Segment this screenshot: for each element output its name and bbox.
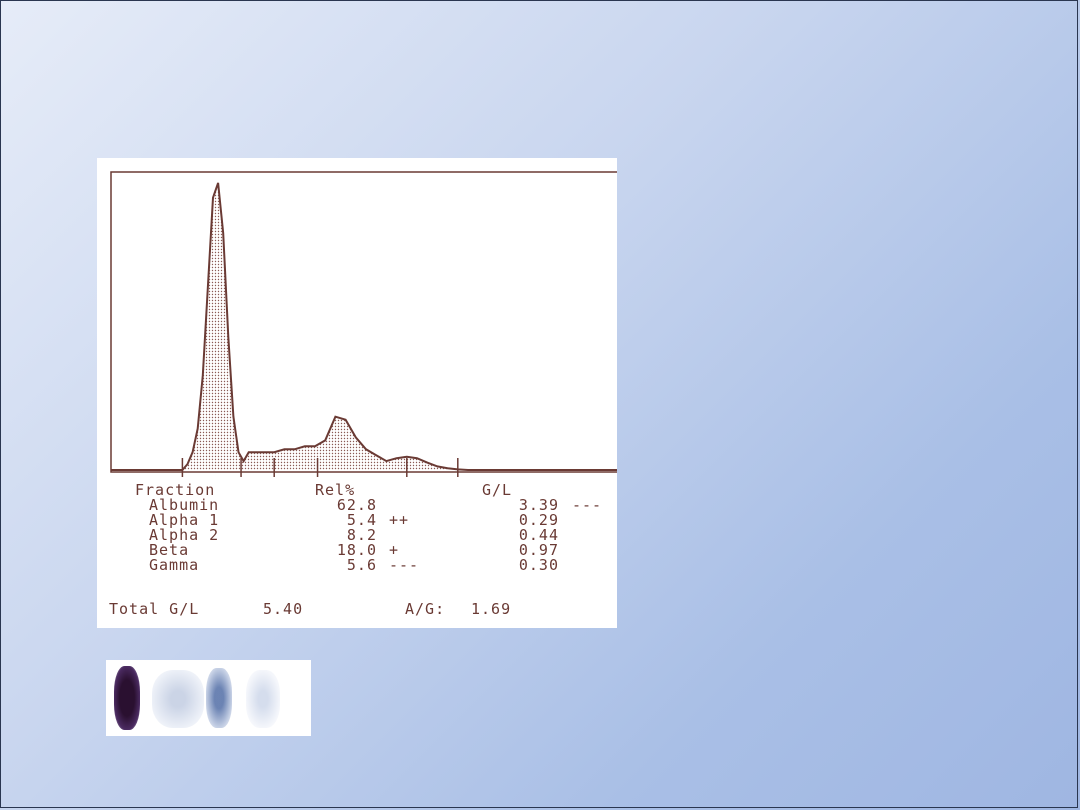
profile-line (111, 182, 617, 471)
electrophoresis-report: Fraction Rel% G/L Albumin 62.8 3.39 --- … (97, 158, 617, 628)
gel-band-alpha (152, 670, 204, 728)
gel-band-gamma (246, 670, 280, 728)
ag-value: 1.69 (471, 600, 512, 618)
gel-band-beta (206, 668, 232, 728)
gel-strip-image (106, 660, 311, 736)
fraction-name: Gamma (149, 556, 200, 574)
gl-flag: --- (572, 496, 603, 514)
profile-area (111, 182, 617, 470)
plot-frame (110, 171, 617, 473)
rel-value: 5.6 (346, 556, 377, 574)
profile-layer (111, 182, 617, 471)
gl-value: 0.30 (518, 556, 559, 574)
gel-band-albumin (114, 666, 140, 730)
rel-flag: ++ (389, 511, 410, 529)
ag-label: A/G: (405, 600, 446, 618)
total-label: Total G/L (109, 600, 200, 618)
total-value: 5.40 (263, 600, 304, 618)
rel-flag: --- (389, 556, 420, 574)
